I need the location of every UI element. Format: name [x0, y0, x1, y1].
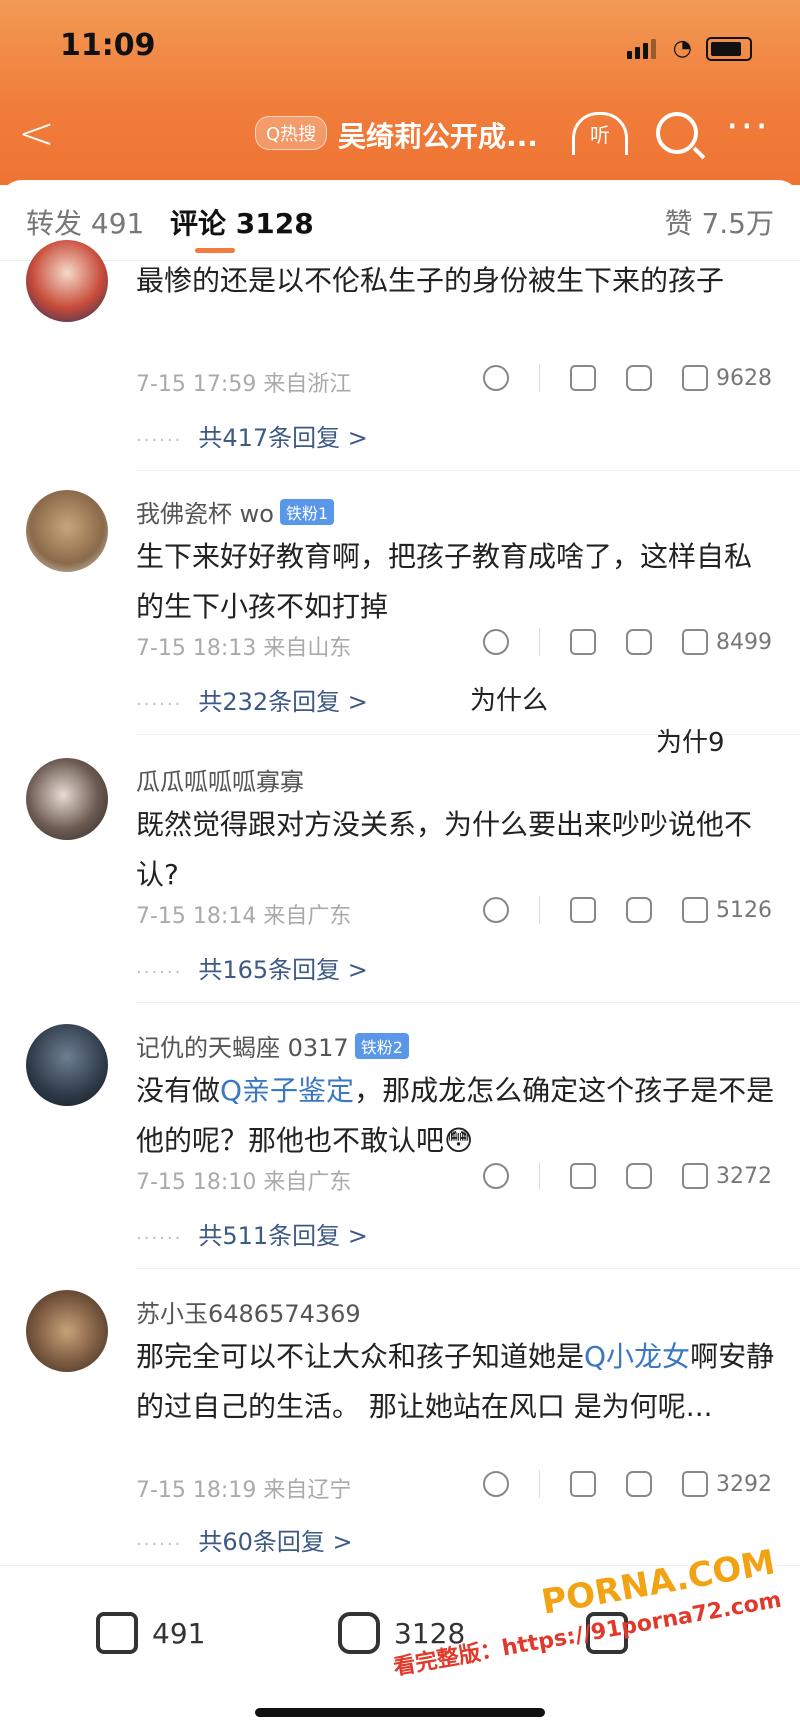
divider	[136, 1002, 800, 1003]
divider	[539, 628, 540, 656]
comment-text: 生下来好好教育啊，把孩子教育成啥了，这样自私的生下小孩不如打掉	[136, 540, 753, 623]
dislike-icon[interactable]	[483, 365, 509, 391]
replies-link[interactable]: ······ 共165条回复 >	[136, 950, 368, 985]
thumbs-up-icon	[682, 897, 708, 923]
divider	[539, 896, 540, 924]
comment-meta: 7-15 17:59 来自浙江	[136, 372, 352, 397]
floating-text: 为什9	[656, 728, 725, 758]
repost-button[interactable]: 491	[96, 1612, 205, 1654]
dots-icon: ······	[136, 694, 183, 715]
like-button[interactable]: 9628	[682, 365, 772, 391]
replies-link[interactable]: ······ 共417条回复 >	[136, 418, 368, 453]
reply-icon[interactable]	[626, 897, 652, 923]
avatar[interactable]	[26, 758, 108, 840]
status-time: 11:09	[60, 28, 156, 63]
tab-comments[interactable]: 评论 3128	[170, 202, 314, 242]
tabs-bar: 转发 491 评论 3128 赞 7.5万	[0, 180, 800, 261]
share-icon[interactable]	[570, 629, 596, 655]
avatar[interactable]	[26, 1290, 108, 1372]
tab-likes[interactable]: 赞 7.5万	[665, 202, 774, 242]
comment-meta: 7-15 18:10 来自广东	[136, 1170, 352, 1195]
wifi-icon: ◔	[672, 36, 692, 61]
comment-actions: 5126	[483, 896, 772, 924]
reply-icon[interactable]	[626, 629, 652, 655]
comment-meta: 7-15 18:14 来自广东	[136, 904, 352, 929]
watermark: PORNA.COM 看完整版：https://91porna72.com	[383, 1542, 783, 1681]
comment-meta: 7-15 18:13 来自山东	[136, 636, 352, 661]
username[interactable]: 苏小玉6486574369	[136, 1294, 361, 1329]
topic-link[interactable]: Q小龙女	[584, 1340, 690, 1373]
dislike-icon[interactable]	[483, 629, 509, 655]
nav-bar: < Q热搜 吴绮莉公开成... 听 ···	[0, 100, 800, 170]
like-button[interactable]: 5126	[682, 897, 772, 923]
divider	[539, 364, 540, 392]
comment-actions: 3272	[483, 1162, 772, 1190]
reply-icon[interactable]	[626, 1163, 652, 1189]
nav-title: 吴绮莉公开成...	[338, 120, 538, 153]
dots-icon: ······	[136, 962, 183, 983]
like-button[interactable]: 3292	[682, 1471, 772, 1497]
share-icon[interactable]	[570, 897, 596, 923]
back-icon[interactable]: <	[18, 108, 55, 159]
thumbs-up-icon	[682, 1471, 708, 1497]
thumbs-up-icon	[682, 629, 708, 655]
repost-count: 491	[152, 1616, 206, 1650]
share-icon[interactable]	[570, 1163, 596, 1189]
divider	[539, 1470, 540, 1498]
dots-icon: ······	[136, 1228, 183, 1249]
avatar[interactable]	[26, 240, 108, 322]
comment-text: 那完全可以不让大众和孩子知道她是Q小龙女啊安静的过自己的生活。 那让她站在风口 …	[136, 1340, 775, 1423]
replies-link[interactable]: ······ 共60条回复 >	[136, 1522, 353, 1557]
topic-link[interactable]: Q亲子鉴定	[220, 1074, 354, 1107]
hot-search-badge[interactable]: Q热搜	[255, 116, 328, 150]
comment-text: 没有做Q亲子鉴定，那成龙怎么确定这个孩子是不是他的呢？那他也不敢认吧😳	[136, 1074, 775, 1157]
divider	[539, 1162, 540, 1190]
divider	[136, 1268, 800, 1269]
thumbs-up-icon	[682, 365, 708, 391]
header-bar: 11:09 ◔ < Q热搜 吴绮莉公开成... 听 ···	[0, 0, 800, 185]
tab-repost[interactable]: 转发 491	[26, 202, 144, 242]
fan-badge: 铁粉2	[354, 1033, 409, 1059]
username[interactable]: 我佛瓷杯 wo 铁粉1	[136, 494, 335, 529]
like-button[interactable]: 3272	[682, 1163, 772, 1189]
comment-actions: 9628	[483, 364, 772, 392]
battery-icon	[706, 36, 752, 61]
dots-icon: ······	[136, 430, 183, 451]
floating-text: 为什么	[470, 686, 549, 716]
dislike-icon[interactable]	[483, 1471, 509, 1497]
username[interactable]: 瓜瓜呱呱呱寡寡	[136, 762, 304, 797]
comment-text: 既然觉得跟对方没关系，为什么要出来吵吵说他不认?	[136, 808, 753, 891]
fan-badge: 铁粉1	[279, 499, 335, 525]
dislike-icon[interactable]	[483, 897, 509, 923]
more-icon[interactable]: ···	[726, 104, 770, 150]
listen-icon[interactable]: 听	[572, 112, 628, 155]
comment-icon	[338, 1612, 380, 1654]
avatar[interactable]	[26, 1024, 108, 1106]
comment-text: 最惨的还是以不伦私生子的身份被生下来的孩子	[136, 264, 725, 297]
reply-icon[interactable]	[626, 365, 652, 391]
status-bar: 11:09 ◔	[0, 22, 800, 72]
repost-icon	[96, 1612, 138, 1654]
comment-actions: 8499	[483, 628, 772, 656]
comment-actions: 3292	[483, 1470, 772, 1498]
home-indicator[interactable]	[255, 1708, 545, 1717]
avatar[interactable]	[26, 490, 108, 572]
tab-underline	[195, 248, 235, 253]
comment-meta: 7-15 18:19 来自辽宁	[136, 1478, 352, 1503]
dislike-icon[interactable]	[483, 1163, 509, 1189]
share-icon[interactable]	[570, 1471, 596, 1497]
username[interactable]: 记仇的天蝎座 0317 铁粉2	[136, 1028, 409, 1063]
status-icons: ◔	[626, 36, 752, 61]
like-button[interactable]: 8499	[682, 629, 772, 655]
bottom-action-bar: 491 3128 PORNA.COM 看完整版：https://91porna7…	[0, 1542, 800, 1734]
thumbs-up-icon	[682, 1163, 708, 1189]
dots-icon: ······	[136, 1534, 183, 1555]
share-icon[interactable]	[570, 365, 596, 391]
signal-icon	[626, 38, 659, 59]
search-icon[interactable]	[656, 112, 698, 154]
replies-link[interactable]: ······ 共511条回复 >	[136, 1216, 368, 1251]
replies-link[interactable]: ······ 共232条回复 >	[136, 682, 368, 717]
reply-icon[interactable]	[626, 1471, 652, 1497]
divider	[136, 470, 800, 471]
